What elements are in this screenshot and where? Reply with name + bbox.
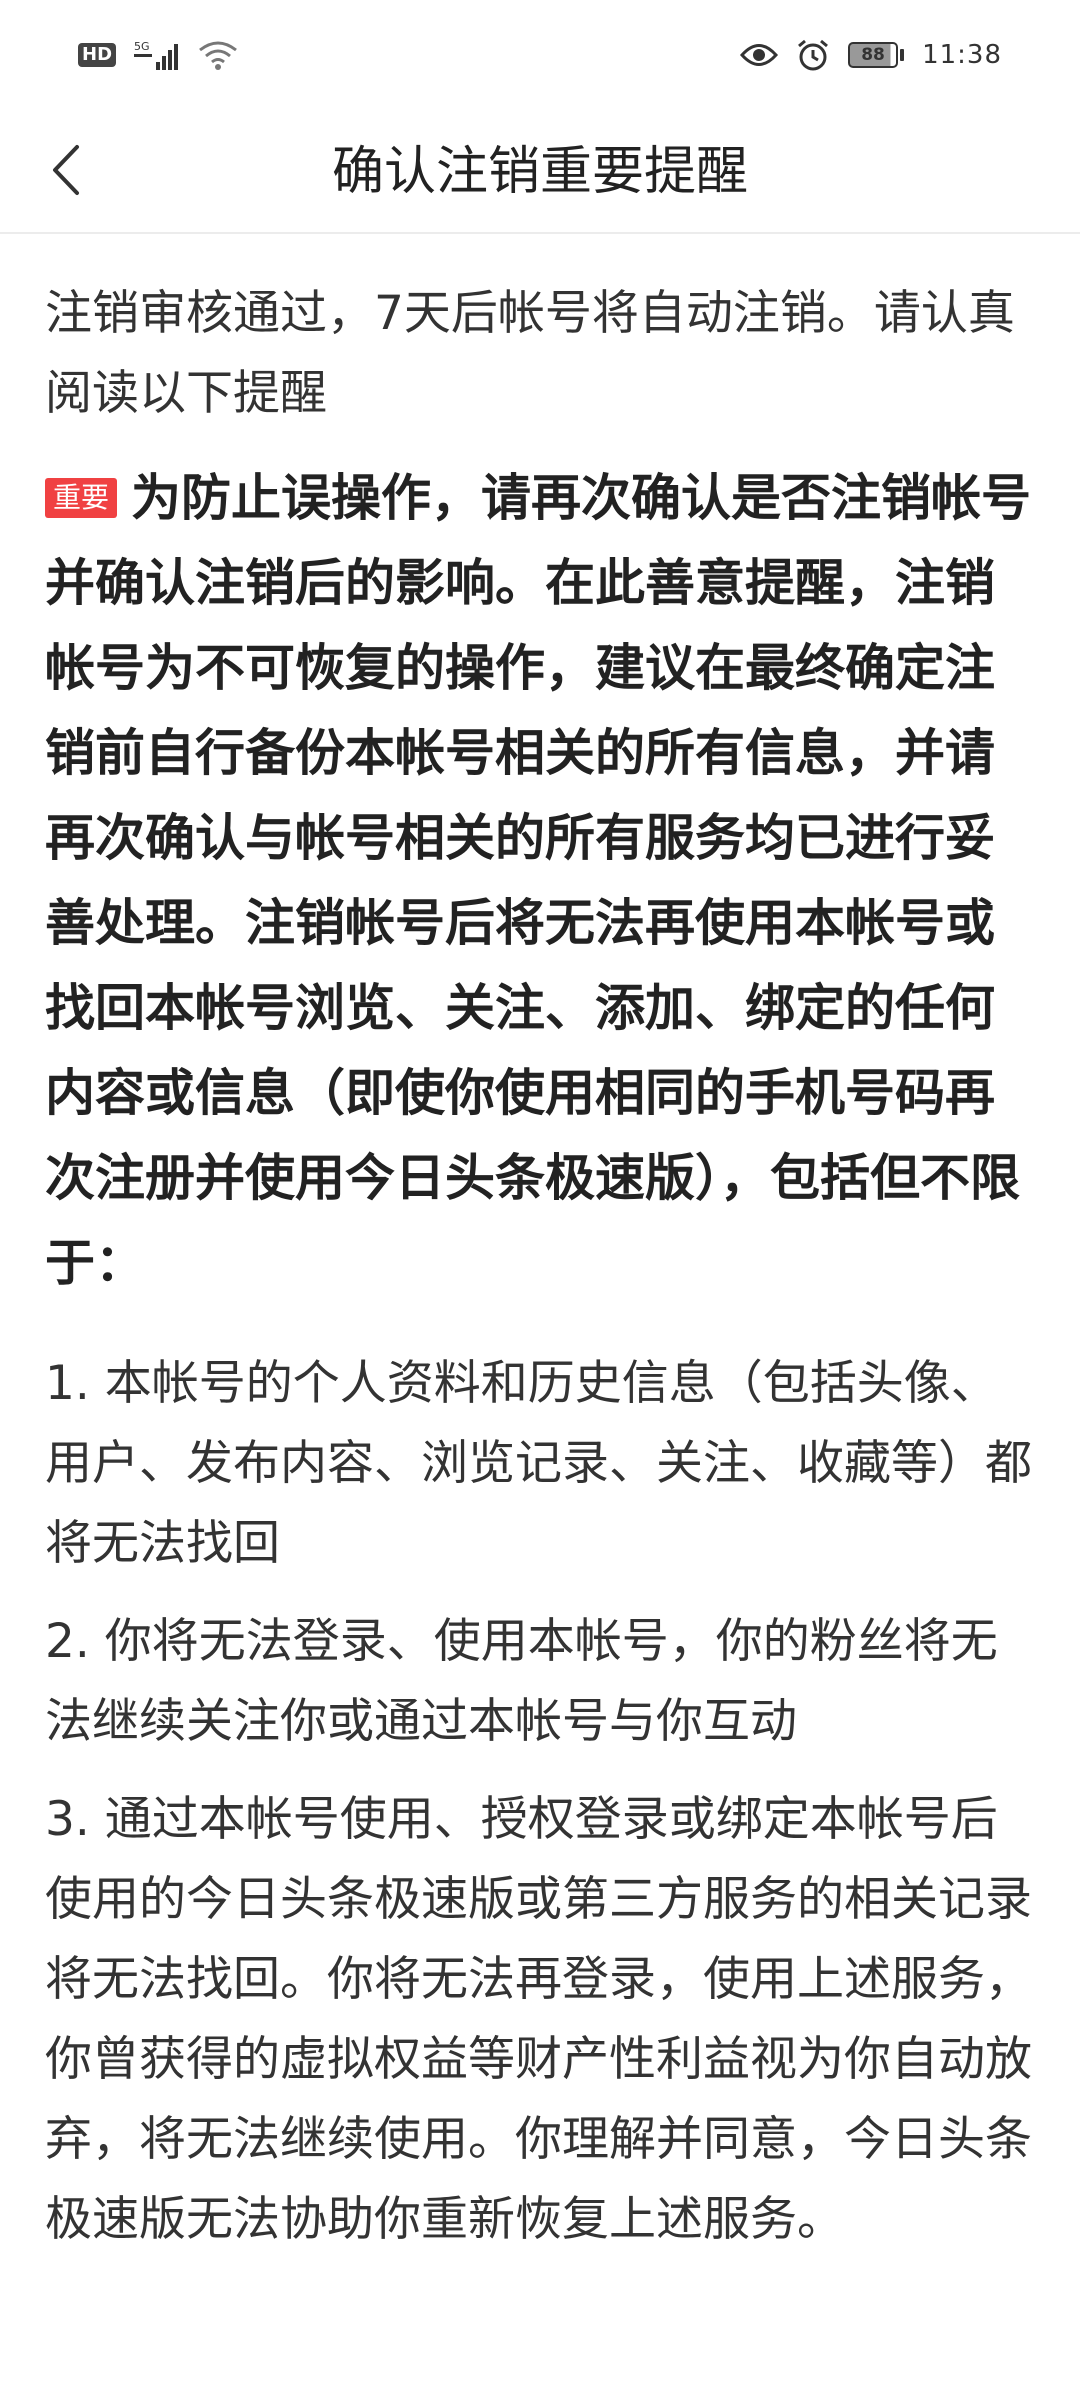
status-clock: 11:38 bbox=[922, 40, 1002, 70]
important-notice: 重要 为防止误操作，请再次确认是否注销帐号并确认注销后的影响。在此善意提醒，注销帐… bbox=[45, 456, 1040, 1306]
alarm-icon bbox=[798, 39, 829, 71]
status-right: 88 11:38 bbox=[740, 38, 1002, 72]
list-item: 1. 本帐号的个人资料和历史信息（包括头像、用户、发布内容、浏览记录、关注、收藏… bbox=[45, 1356, 1032, 1571]
important-text: 为防止误操作，请再次确认是否注销帐号并确认注销后的影响。在此善意提醒，注销帐号为… bbox=[45, 469, 1032, 1292]
battery-indicator: 88 bbox=[848, 42, 905, 68]
page-title: 确认注销重要提醒 bbox=[331, 142, 748, 202]
main-content: 注销审核通过，7天后帐号将自动注销。请认真阅读以下提醒 重要 为防止误操作，请再次… bbox=[45, 234, 1040, 2260]
wifi-icon bbox=[199, 41, 237, 70]
eye-icon bbox=[740, 44, 779, 66]
battery-tip bbox=[900, 49, 905, 61]
important-badge: 重要 bbox=[45, 478, 118, 518]
battery-level: 88 bbox=[848, 42, 899, 68]
network-label: 5G bbox=[134, 40, 150, 53]
list-item: 3. 通过本帐号使用、授权登录或绑定本帐号后使用的今日头条极速版或第三方服务的相… bbox=[45, 1792, 1032, 2247]
nav-header: 确认注销重要提醒 bbox=[0, 110, 1080, 234]
list-item: 2. 你将无法登录、使用本帐号，你的粉丝将无法继续关注你或通过本帐号与你互动 bbox=[45, 1614, 998, 1749]
hd-badge: HD bbox=[78, 43, 117, 67]
signal-icon: 5G bbox=[134, 40, 179, 70]
intro-text: 注销审核通过，7天后帐号将自动注销。请认真阅读以下提醒 bbox=[45, 286, 1015, 421]
status-left: HD 5G bbox=[78, 38, 238, 72]
status-bar: HD 5G 88 11:38 bbox=[0, 0, 1080, 110]
